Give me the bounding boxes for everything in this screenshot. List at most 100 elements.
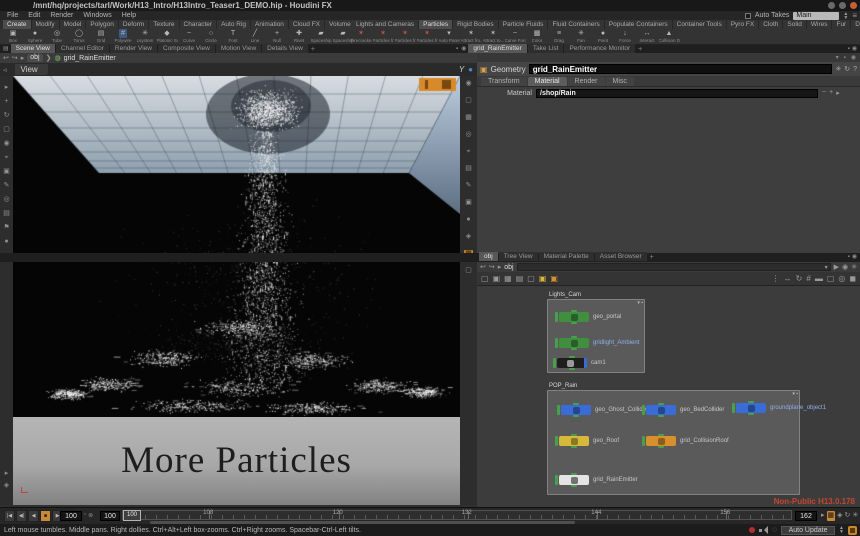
network-canvas[interactable]: Lights_Cam ▾ ▪ POP_Rain ▾ ▪ geo_portal g… xyxy=(477,286,860,507)
network-box-controls[interactable]: ▾ ▪ xyxy=(637,300,643,306)
viewport-tool-icon[interactable]: ◉ xyxy=(3,140,9,148)
shelf-tool[interactable]: ● Point xyxy=(592,29,614,45)
shelf-tab[interactable]: Cloud FX xyxy=(289,20,325,29)
viewport-tool-icon[interactable]: ▢ xyxy=(3,126,10,134)
viewport-control-icon[interactable]: ▦ xyxy=(465,114,472,122)
network-node[interactable]: cam1 xyxy=(553,358,606,368)
network-box-controls[interactable]: ▾ ▪ xyxy=(792,391,798,397)
shelf-tool[interactable]: ▤ Grid xyxy=(90,29,112,45)
shelf-tab[interactable]: Pyro FX xyxy=(727,20,759,29)
shelf-tab[interactable]: Auto Rig xyxy=(217,20,251,29)
network-node[interactable]: grid_RainEmitter xyxy=(555,475,638,485)
viewport-control-icon[interactable]: ◎ xyxy=(465,131,471,139)
expression-icon[interactable]: ~ xyxy=(822,89,826,97)
param-tab[interactable]: Render xyxy=(568,77,605,86)
viewport-tool-icon[interactable]: ● xyxy=(4,238,8,246)
chevron-down-icon[interactable]: ▾ xyxy=(835,54,840,62)
interrupt-icon[interactable]: ◌ xyxy=(772,526,777,534)
node-flag-bar[interactable] xyxy=(555,436,558,446)
shelf-tool[interactable]: ~ Curve xyxy=(178,29,200,45)
playbar-option-icon[interactable]: ⊗ xyxy=(88,512,93,519)
current-frame-field[interactable]: 100 xyxy=(60,511,82,521)
network-tool-icon[interactable]: ▣ xyxy=(550,274,558,284)
node-flag-bar[interactable] xyxy=(555,338,558,348)
forward-icon[interactable]: ↪ xyxy=(12,54,18,62)
node-body[interactable] xyxy=(646,436,676,446)
shelf-tool[interactable]: ✶ Particles fr... xyxy=(416,29,438,45)
menu-item[interactable]: Render xyxy=(46,12,77,19)
shelf-tool[interactable]: + Null xyxy=(266,29,288,45)
viewport-tool-icon[interactable]: + xyxy=(4,98,8,106)
recook-icon[interactable]: ↻ xyxy=(844,65,850,73)
playhead[interactable]: 100 xyxy=(123,510,141,521)
node-chooser-icon[interactable]: + xyxy=(829,89,833,97)
network-node[interactable]: groundplane_object1 xyxy=(732,403,826,413)
range-end-field[interactable]: 162 xyxy=(795,511,817,521)
pane-split-icon[interactable]: ◉ xyxy=(850,54,857,62)
menu-item[interactable]: Edit xyxy=(24,12,44,19)
viewport-control-icon[interactable]: ▣ xyxy=(465,199,472,207)
pane-maximize-icon[interactable]: ▪ xyxy=(455,45,459,53)
pane-tab[interactable]: obj xyxy=(479,252,498,261)
forward-icon[interactable]: ↪ xyxy=(489,263,495,271)
shelf-tab[interactable]: Model xyxy=(60,20,87,29)
pane-tab[interactable]: Tree View xyxy=(499,252,538,261)
shelf-tab[interactable]: Fluid Containers xyxy=(548,20,604,29)
shelf-tool[interactable]: ▩ Color xyxy=(526,29,548,45)
node-body[interactable] xyxy=(736,403,766,413)
param-tab[interactable]: Material xyxy=(528,77,567,86)
network-node[interactable]: geo_BedCollider xyxy=(642,405,724,415)
playbar-setting-icon[interactable]: ↻ xyxy=(845,511,851,521)
shelf-tab[interactable]: Deform xyxy=(119,20,149,29)
pane-tab[interactable]: Scene View xyxy=(11,44,55,53)
shelf-tool[interactable]: ≡ Drag xyxy=(548,29,570,45)
collapse-icon[interactable]: ◃ xyxy=(3,66,7,74)
playbar-setting-icon[interactable]: ▸ xyxy=(821,511,825,521)
viewport-tool-icon[interactable]: ▸ xyxy=(5,470,9,478)
breadcrumb-node[interactable]: grid_RainEmitter xyxy=(64,55,116,62)
update-mode-selector[interactable]: Auto Update xyxy=(781,526,835,535)
node-body[interactable] xyxy=(559,475,589,485)
shelf-tab[interactable]: Solid xyxy=(783,20,806,29)
node-body[interactable] xyxy=(559,436,589,446)
pane-tab[interactable]: Material Palette xyxy=(539,252,594,261)
shelf-tab[interactable]: Polygon xyxy=(86,20,119,29)
viewport-tool-icon[interactable]: ▣ xyxy=(3,168,10,176)
param-tab[interactable]: Misc xyxy=(606,77,634,86)
node-flag-bar[interactable] xyxy=(553,358,556,368)
shelf-tool[interactable]: ✶ Particles fr... xyxy=(372,29,394,45)
add-pane-tab-icon[interactable]: + xyxy=(636,46,644,53)
back-icon[interactable]: ↩ xyxy=(3,54,9,62)
field-menu-icon[interactable]: ▸ xyxy=(836,89,840,97)
network-path-value[interactable]: obj xyxy=(504,264,513,271)
viewport-tool-icon[interactable]: ◈ xyxy=(4,482,9,490)
node-flag-bar[interactable] xyxy=(642,405,645,415)
shelf-tab[interactable]: Character xyxy=(180,20,218,29)
shelf-tab[interactable]: Drive Simulation xyxy=(851,20,860,29)
shelf-tab[interactable]: Texture xyxy=(149,20,179,29)
shelf-tool[interactable]: ● Sphere xyxy=(24,29,46,45)
viewport-control-icon[interactable]: ● xyxy=(466,216,470,224)
shelf-tool[interactable]: T Font xyxy=(222,29,244,45)
network-view-icon[interactable]: ↔ xyxy=(784,274,792,284)
play-icon[interactable]: ▶ xyxy=(834,263,839,271)
shelf-tab[interactable]: Rigid Bodies xyxy=(453,20,499,29)
shelf-tab[interactable]: Cloth xyxy=(759,20,783,29)
node-body[interactable] xyxy=(561,405,591,415)
shelf-tab[interactable]: Create xyxy=(3,20,32,29)
viewport-tool-icon[interactable]: ▤ xyxy=(3,210,10,218)
viewport-tool-icon[interactable]: ✎ xyxy=(4,182,10,190)
material-field[interactable]: /shop/Rain xyxy=(536,89,818,98)
network-tool-icon[interactable]: ▢ xyxy=(527,274,535,284)
shelf-tool[interactable]: ✶ Attract fro... xyxy=(460,29,482,45)
pane-tab[interactable]: Render View xyxy=(110,44,157,53)
pane-tab[interactable]: Channel Editor xyxy=(56,44,109,53)
pane-split-icon[interactable]: ◉ xyxy=(460,45,467,53)
shelf-tab[interactable]: Container Tools xyxy=(673,20,727,29)
back-icon[interactable]: ↩ xyxy=(480,263,486,271)
viewport-3d-scene[interactable] xyxy=(13,76,460,417)
shelf-tab[interactable]: Wires xyxy=(807,20,833,29)
network-view-icon[interactable]: ▬ xyxy=(815,274,823,284)
playbar-option-icon[interactable]: ▫ xyxy=(84,512,86,519)
viewport-tool-icon[interactable]: ▸ xyxy=(5,84,9,92)
